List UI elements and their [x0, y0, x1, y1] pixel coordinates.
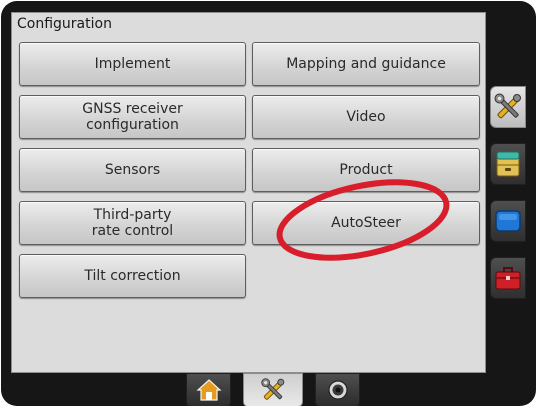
tools-icon [261, 378, 285, 400]
toolbox-icon [495, 267, 521, 290]
side-tab-system-setup[interactable] [490, 200, 526, 242]
configuration-panel: Configuration Implement Mapping and guid… [11, 12, 486, 373]
implement-button[interactable]: Implement [19, 42, 246, 86]
device-frame: Configuration Implement Mapping and guid… [1, 1, 536, 406]
mapping-and-guidance-button[interactable]: Mapping and guidance [252, 42, 480, 86]
tilt-correction-button[interactable]: Tilt correction [19, 254, 246, 298]
side-tab-configuration[interactable] [490, 86, 526, 128]
product-button[interactable]: Product [252, 148, 480, 192]
bottom-tab-home[interactable] [186, 373, 231, 406]
panel-title: Configuration [17, 16, 112, 32]
home-icon [195, 379, 222, 401]
side-tab-data-management[interactable] [490, 143, 526, 185]
bottom-tab-configuration[interactable] [243, 373, 303, 406]
video-button[interactable]: Video [252, 95, 480, 139]
autosteer-button[interactable]: AutoSteer [252, 201, 480, 245]
camera-icon [327, 380, 348, 400]
sensors-button[interactable]: Sensors [19, 148, 246, 192]
bottom-tab-camera[interactable] [315, 373, 360, 406]
gnss-receiver-configuration-button[interactable]: GNSS receiver configuration [19, 95, 246, 139]
side-tab-tools[interactable] [490, 257, 526, 299]
folder-cabinet-icon [496, 151, 520, 177]
screen-icon [495, 210, 521, 232]
third-party-rate-control-button[interactable]: Third-party rate control [19, 201, 246, 245]
tools-icon [494, 93, 521, 119]
